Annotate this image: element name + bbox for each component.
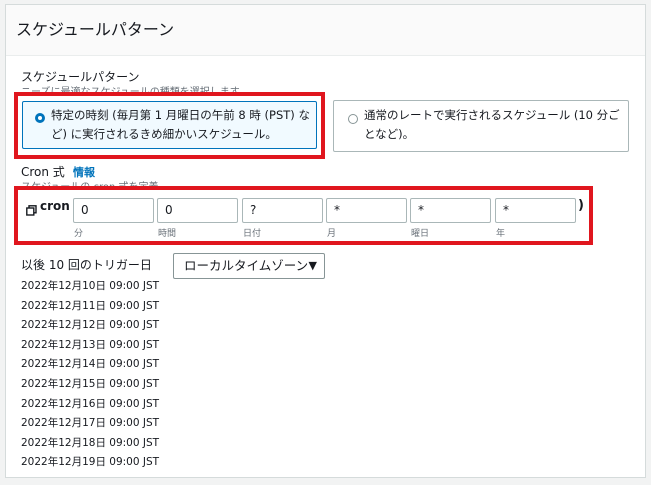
cron-weekday-caption: 曜日 <box>411 229 430 239</box>
cron-suffix: ) <box>578 198 584 213</box>
option-cron-line1: 特定の時刻 (毎月第 1 月曜日の午前 8 時 (PST) な <box>51 108 310 122</box>
trigger-date-item: 2022年12月10日 09:00 JST <box>21 280 160 292</box>
option-rate-line2: となど)。 <box>364 127 415 141</box>
panel-title: スケジュールパターン <box>16 20 175 39</box>
trigger-date-item: 2022年12月17日 09:00 JST <box>21 417 160 430</box>
cron-year-caption: 年 <box>496 229 506 239</box>
trigger-date-list: 2022年12月10日 09:00 JST 2022年12月11日 09:00 … <box>21 277 159 473</box>
cron-weekday-input[interactable]: * <box>410 198 491 223</box>
trigger-date-item: 2022年12月19日 09:00 JST <box>21 456 160 469</box>
option-cron-line2: ど) に実行されるきめ細かいスケジュール。 <box>51 127 277 141</box>
cron-hours-input[interactable]: 0 <box>157 198 238 223</box>
trigger-date-item: 2022年12月18日 09:00 JST <box>21 436 160 449</box>
timezone-select-value: ローカルタイムゾーン <box>184 258 309 273</box>
copy-icon[interactable] <box>26 201 37 216</box>
trigger-date-item: 2022年12月16日 09:00 JST <box>21 397 160 410</box>
trigger-date-item: 2022年12月14日 09:00 JST <box>21 358 160 371</box>
cron-month-caption: 月 <box>327 229 337 239</box>
cron-minutes-input[interactable]: 0 <box>73 198 154 223</box>
trigger-date-item: 2022年12月12日 09:00 JST <box>21 319 160 332</box>
trigger-date-item: 2022年12月15日 09:00 JST <box>21 377 160 390</box>
option-cron-tile[interactable]: 特定の時刻 (毎月第 1 月曜日の午前 8 時 (PST) な ど) に実行され… <box>22 101 317 149</box>
option-rate-tile[interactable]: 通常のレートで実行されるスケジュール (10 分ご となど)。 <box>333 100 629 152</box>
cron-description: スケジュールの cron 式を定義 <box>21 178 161 187</box>
cron-minutes-caption: 分 <box>74 229 84 239</box>
cron-radio[interactable] <box>35 113 45 123</box>
cron-day-input[interactable]: ? <box>242 198 323 223</box>
cron-hours-caption: 時間 <box>158 229 177 239</box>
timezone-select[interactable]: ローカルタイムゾーン ▼ <box>173 253 325 279</box>
trigger-date-item: 2022年12月13日 09:00 JST <box>21 338 160 351</box>
cron-year-input[interactable]: * <box>495 198 576 223</box>
caret-down-icon: ▼ <box>308 259 317 272</box>
rate-radio[interactable] <box>348 114 358 124</box>
triggers-label: 以後 10 回のトリガー日 <box>21 258 152 272</box>
cron-day-caption: 日付 <box>243 229 262 239</box>
cron-month-input[interactable]: * <box>326 198 407 223</box>
trigger-date-item: 2022年12月11日 09:00 JST <box>21 299 160 312</box>
pattern-description: ニーズに最適なスケジュールの種類を選択します。 <box>21 83 301 92</box>
option-rate-line1: 通常のレートで実行されるスケジュール (10 分ご <box>364 108 620 122</box>
